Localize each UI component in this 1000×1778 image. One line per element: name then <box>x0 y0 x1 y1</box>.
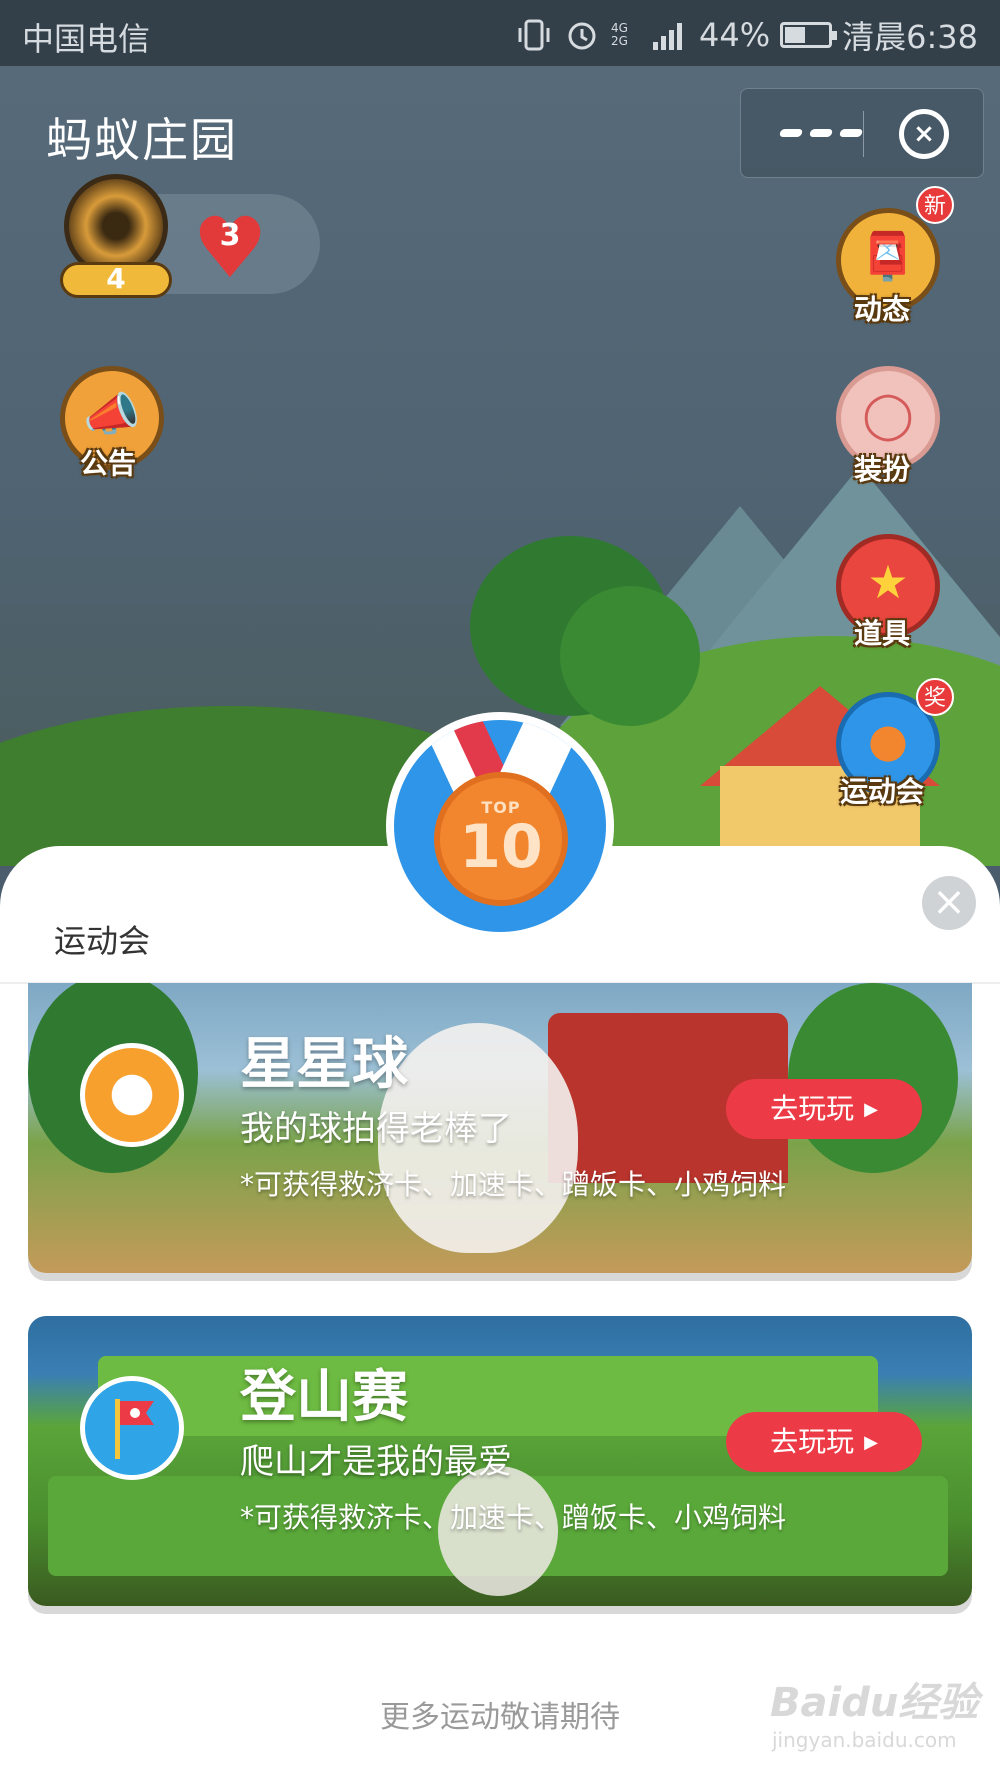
arrow-right-icon: ▶ <box>864 1099 878 1120</box>
game-card-star-ball[interactable]: 星星球 我的球拍得老棒了 *可获得救济卡、加速卡、蹭饭卡、小鸡饲料 去玩玩 ▶ <box>28 983 972 1273</box>
megaphone-icon: 📣 <box>83 387 141 441</box>
capsule-divider <box>863 111 864 157</box>
game-title: 登山赛 <box>240 1365 408 1430</box>
dress-up-label: 装扮 <box>854 453 911 486</box>
flag-icon <box>80 1376 184 1480</box>
play-button[interactable]: 去玩玩 ▶ <box>726 1412 922 1472</box>
mirror-icon: ◯ <box>862 387 914 441</box>
arrow-right-icon: ▶ <box>864 1432 878 1453</box>
tree-canopy <box>560 586 700 726</box>
game-rewards: *可获得救济卡、加速卡、蹭饭卡、小鸡饲料 <box>240 1168 787 1201</box>
status-icons: 4G 2G 44% 清晨6:38 <box>515 12 978 58</box>
sheet-close-button[interactable]: × <box>922 876 976 930</box>
carrier-name: 中国电信 <box>22 20 151 58</box>
miniapp-close-icon[interactable]: × <box>899 109 949 159</box>
reward-badge: 奖 <box>916 678 954 716</box>
miniapp-capsule: × <box>740 88 984 178</box>
game-card-mountain-race[interactable]: 登山赛 爬山才是我的最爱 *可获得救济卡、加速卡、蹭饭卡、小鸡饲料 去玩玩 ▶ <box>28 1316 972 1606</box>
status-time: 清晨6:38 <box>842 18 978 56</box>
baidu-watermark: Baidu经验 <box>770 1680 979 1726</box>
vibrate-icon <box>515 18 553 52</box>
star-icon: ★ <box>867 555 909 609</box>
medal-icon: ● <box>867 713 909 767</box>
battery-percent: 44% <box>699 16 771 54</box>
game-title: 星星球 <box>240 1032 408 1097</box>
status-bar: 中国电信 4G 2G 44% 清晨6:38 <box>0 0 1000 66</box>
battery-icon <box>780 22 838 48</box>
tree-illustration <box>788 983 958 1173</box>
network-label: 4G 2G <box>611 21 628 48</box>
alarm-icon <box>563 18 601 52</box>
game-rewards: *可获得救济卡、加速卡、蹭饭卡、小鸡饲料 <box>240 1501 787 1534</box>
sheet-title: 运动会 <box>54 922 151 960</box>
game-subtitle: 爬山才是我的最爱 <box>240 1442 512 1482</box>
announcement-label: 公告 <box>80 447 137 480</box>
player-level: 4 <box>106 262 126 295</box>
medal-number: 10 <box>459 812 543 882</box>
new-badge: 新 <box>916 186 954 224</box>
more-dots-icon[interactable] <box>771 109 871 157</box>
top10-medal: TOP 10 <box>386 712 614 940</box>
play-button-label: 去玩玩 <box>770 1425 855 1458</box>
signal-icon <box>651 18 689 52</box>
game-subtitle: 我的球拍得老棒了 <box>240 1109 512 1149</box>
lives-count: 3 <box>219 218 241 253</box>
mailbox-icon: 📮 <box>859 229 917 283</box>
baidu-watermark-url: jingyan.baidu.com <box>772 1728 957 1752</box>
beach-ball-icon <box>80 1043 184 1147</box>
props-label: 道具 <box>854 617 911 650</box>
medal-ring: TOP 10 <box>394 720 606 932</box>
news-label: 动态 <box>854 293 911 326</box>
app-title: 蚂蚁庄园 <box>46 113 238 167</box>
play-button[interactable]: 去玩玩 ▶ <box>726 1079 922 1139</box>
play-button-label: 去玩玩 <box>770 1092 855 1125</box>
medal-core: TOP 10 <box>434 772 568 906</box>
sports-meet-label: 运动会 <box>840 775 925 808</box>
